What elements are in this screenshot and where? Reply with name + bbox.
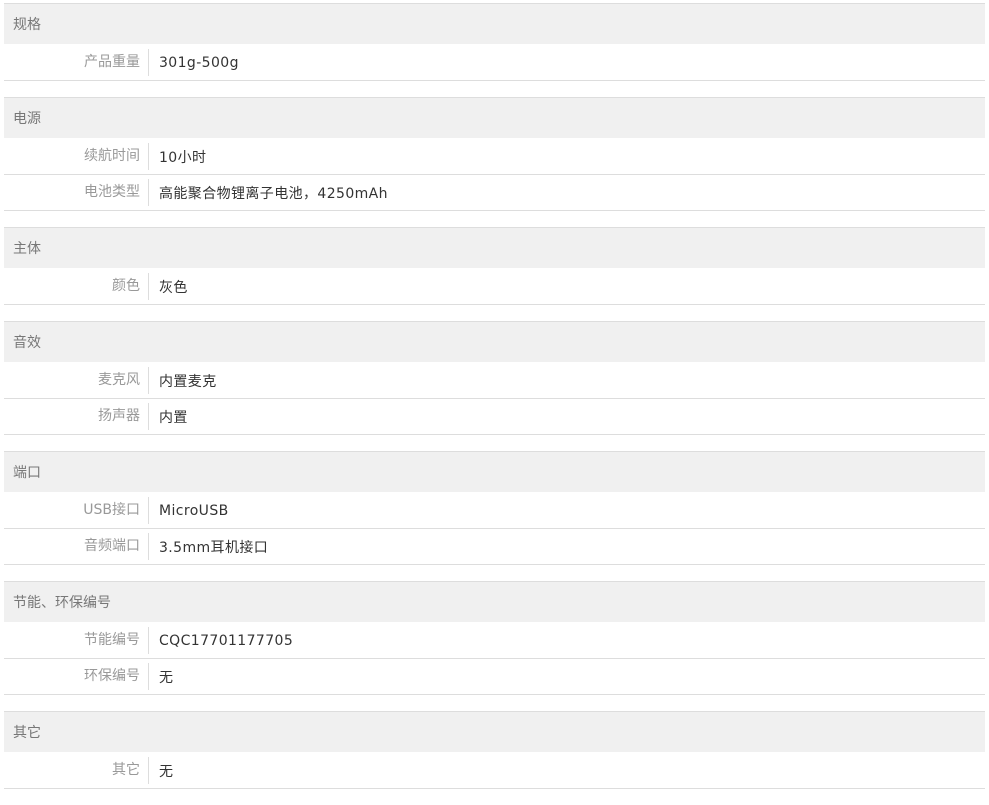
spec-label: 节能编号 [4, 627, 149, 654]
spec-value: 无 [159, 763, 174, 780]
spec-value: 301g-500g [159, 54, 239, 71]
spec-row: USB接口 MicroUSB [4, 493, 985, 529]
spec-group-title: 主体 [4, 228, 985, 269]
spec-label: 音频端口 [4, 533, 149, 560]
spec-group: 音效 麦克风 内置麦克 扬声器 内置 [4, 321, 985, 435]
spec-group-title: 音效 [4, 322, 985, 363]
spec-label: 产品重量 [4, 49, 149, 76]
spec-value: CQC17701177705 [159, 632, 294, 649]
spec-row: 扬声器 内置 [4, 399, 985, 435]
spec-label: 续航时间 [4, 143, 149, 170]
spec-group-title: 节能、环保编号 [4, 582, 985, 623]
spec-group-title: 其它 [4, 712, 985, 753]
spec-row: 其它无 [4, 753, 985, 789]
spec-value: MicroUSB [159, 502, 229, 519]
spec-group-title: 规格 [4, 4, 985, 45]
spec-group: 节能、环保编号节能编号 CQC17701177705 环保编号无 [4, 581, 985, 695]
spec-group: 其它 其它无 [4, 711, 985, 789]
spec-value: 3.5mm耳机接口 [159, 539, 269, 556]
spec-group-title: 电源 [4, 98, 985, 139]
spec-group: 电源 续航时间 10小时 电池类型 高能聚合物锂离子电池，4250mAh [4, 97, 985, 211]
spec-value: 内置麦克 [159, 373, 217, 390]
spec-label: 电池类型 [4, 179, 149, 206]
spec-group: 主体 颜色 灰色 [4, 227, 985, 305]
spec-label: USB接口 [4, 497, 149, 524]
spec-label: 扬声器 [4, 403, 149, 430]
spec-table: 规格 产品重量 301g-500g 电源 续航时间 10小时 电池类型 高能聚合物锂离子电池，… [4, 3, 985, 805]
spec-label: 环保编号 [4, 663, 149, 690]
spec-row: 电池类型 高能聚合物锂离子电池，4250mAh [4, 175, 985, 211]
spec-group-title: 端口 [4, 452, 985, 493]
spec-row: 续航时间 10小时 [4, 139, 985, 175]
spec-value: 灰色 [159, 279, 188, 296]
spec-value: 高能聚合物锂离子电池，4250mAh [159, 185, 388, 202]
spec-row: 产品重量 301g-500g [4, 45, 985, 81]
spec-row: 颜色 灰色 [4, 269, 985, 305]
spec-label: 其它 [4, 757, 149, 784]
spec-label: 麦克风 [4, 367, 149, 394]
spec-group: 端口 USB接口 MicroUSB 音频端口 3.5mm耳机接口 [4, 451, 985, 565]
spec-row: 麦克风 内置麦克 [4, 363, 985, 399]
spec-value: 内置 [159, 409, 188, 426]
spec-row: 音频端口 3.5mm耳机接口 [4, 529, 985, 565]
spec-label: 颜色 [4, 273, 149, 300]
spec-row: 环保编号无 [4, 659, 985, 695]
spec-group: 规格产品重量 301g-500g [4, 3, 985, 81]
spec-row: 节能编号 CQC17701177705 [4, 623, 985, 659]
spec-value: 无 [159, 669, 174, 686]
spec-value: 10小时 [159, 149, 207, 166]
